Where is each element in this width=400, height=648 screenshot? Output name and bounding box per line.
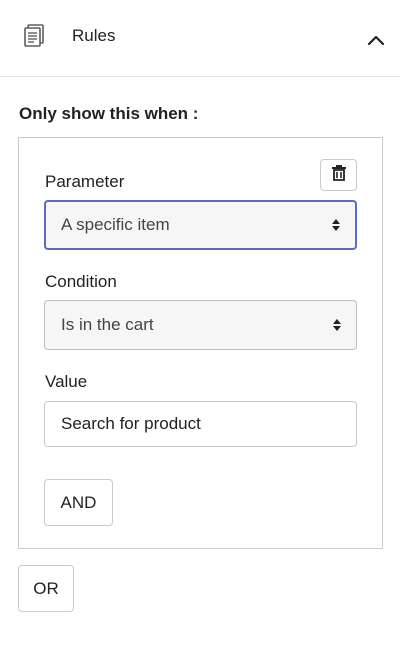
parameter-value: A specific item xyxy=(61,215,170,234)
value-label: Value xyxy=(45,372,88,391)
condition-label: Condition xyxy=(45,272,117,291)
product-search-text: Search for product xyxy=(61,414,201,433)
rules-heading: Only show this when : xyxy=(19,104,199,123)
select-arrows-icon xyxy=(331,217,341,233)
header-title: Rules xyxy=(72,26,116,45)
rules-header[interactable]: Rules xyxy=(0,0,400,77)
product-search-input[interactable]: Search for product xyxy=(44,401,357,447)
parameter-select[interactable]: A specific item xyxy=(44,200,357,250)
select-arrows-icon xyxy=(332,317,342,333)
chevron-up-icon[interactable] xyxy=(362,26,390,54)
condition-value: Is in the cart xyxy=(61,315,154,334)
document-icon xyxy=(22,22,48,48)
parameter-label: Parameter xyxy=(45,172,125,191)
and-button[interactable]: AND xyxy=(44,479,113,526)
or-button[interactable]: OR xyxy=(18,565,74,612)
trash-icon xyxy=(331,164,346,186)
condition-select[interactable]: Is in the cart xyxy=(44,300,357,350)
delete-rule-button[interactable] xyxy=(320,159,357,191)
